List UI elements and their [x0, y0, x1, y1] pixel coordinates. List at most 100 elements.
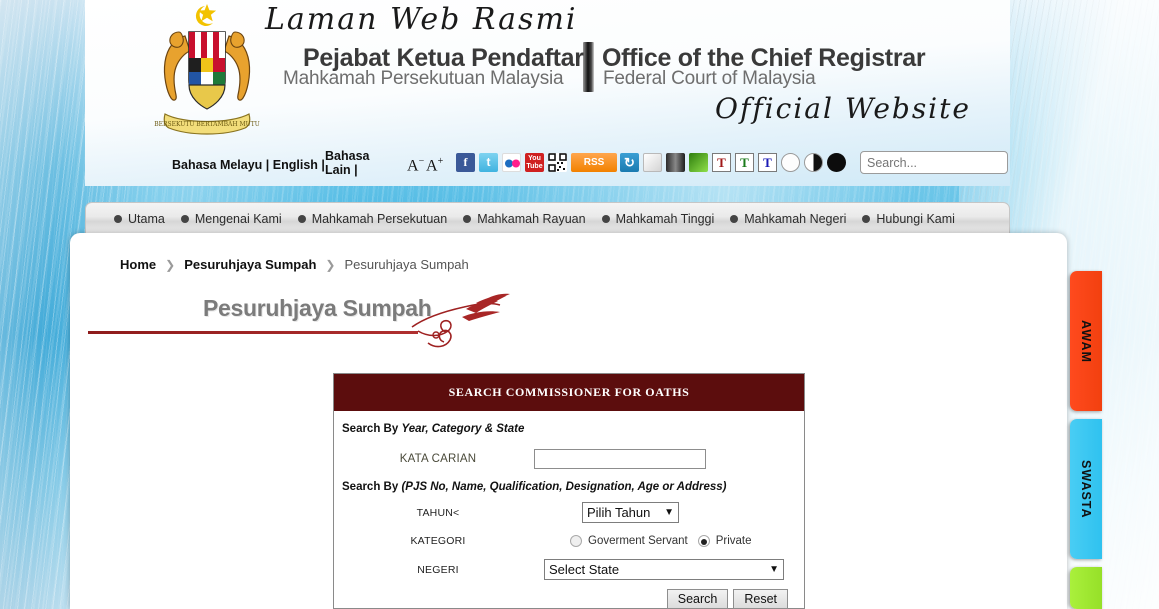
theme-dark-icon[interactable]: [666, 153, 685, 172]
kata-carian-input[interactable]: [534, 449, 706, 469]
language-switcher[interactable]: Bahasa Melayu | English |: [172, 158, 325, 172]
bullet-icon: [297, 215, 306, 223]
side-tab-third[interactable]: [1070, 567, 1102, 609]
nav-item-mengenai-kami[interactable]: Mengenai Kami: [180, 212, 282, 226]
bullet-icon: [180, 215, 189, 223]
radio-private-label: Private: [715, 535, 752, 547]
chevron-down-icon: ▼: [664, 507, 674, 518]
nav-item-label: Mahkamah Rayuan: [477, 212, 586, 226]
search-by-prefix: Search By: [342, 481, 402, 493]
tahun-select[interactable]: Pilih Tahun ▼: [582, 502, 679, 523]
bullet-icon: [601, 215, 610, 223]
negeri-select[interactable]: Select State ▼: [544, 559, 784, 580]
search-by-emphasis: Year, Category & State: [401, 423, 525, 435]
kategori-option-government[interactable]: Goverment Servant: [570, 535, 688, 547]
chevron-down-icon: ▼: [769, 564, 779, 575]
breadcrumb-level2: Pesuruhjaya Sumpah: [344, 257, 469, 272]
svg-text:BERSEKUTU BERTAMBAH MUTU: BERSEKUTU BERTAMBAH MUTU: [154, 121, 260, 128]
banner-script-bottom: Official Website: [715, 92, 971, 125]
theme-green-icon[interactable]: [689, 153, 708, 172]
page-title: Pesuruhjaya Sumpah: [203, 295, 432, 321]
language-other-link[interactable]: Bahasa Lain |: [325, 149, 397, 177]
twitter-icon[interactable]: t: [479, 153, 498, 172]
nav-item-label: Mahkamah Negeri: [744, 212, 847, 226]
bullet-icon: [114, 215, 122, 223]
nav-item-mahkamah-persekutuan[interactable]: Mahkamah Persekutuan: [297, 212, 448, 226]
rss-icon[interactable]: RSS: [571, 153, 617, 172]
search-button[interactable]: Search: [666, 589, 729, 609]
title-underline: [88, 331, 418, 334]
banner-title-ms-line2: Mahkamah Persekutuan Malaysia: [283, 68, 564, 89]
facebook-icon[interactable]: f: [456, 153, 475, 172]
theme-white-icon[interactable]: [643, 153, 662, 172]
text-size-blue-icon[interactable]: T: [758, 153, 777, 172]
bullet-icon: [862, 215, 871, 223]
nav-item-label: Mahkamah Tinggi: [615, 212, 715, 226]
breadcrumb-level1[interactable]: Pesuruhjaya Sumpah: [184, 257, 316, 272]
search-by-prefix: Search By: [342, 423, 402, 435]
radio-government-servant[interactable]: [570, 535, 582, 547]
nav-item-label: Mengenai Kami: [194, 212, 282, 226]
decorative-flourish-icon: [411, 293, 510, 348]
breadcrumb: Home ❯ Pesuruhjaya Sumpah ❯ Pesuruhjaya …: [120, 257, 469, 272]
nav-item-label: Utama: [128, 212, 165, 226]
breadcrumb-home[interactable]: Home: [120, 257, 156, 272]
nav-item-mahkamah-negeri[interactable]: Mahkamah Negeri: [730, 212, 846, 226]
nav-item-hubungi-kami[interactable]: Hubungi Kami: [862, 212, 955, 226]
kategori-option-private[interactable]: Private: [697, 535, 752, 547]
contrast-normal-icon[interactable]: [781, 153, 800, 172]
reset-button[interactable]: Reset: [733, 589, 788, 609]
search-by-hint-1: Search By Year, Category & State: [342, 423, 796, 435]
side-tab-awam-label: AWAM: [1079, 319, 1093, 363]
side-tab-awam[interactable]: AWAM: [1070, 271, 1102, 411]
panel-body: Search By Year, Category & State KATA CA…: [334, 411, 804, 609]
kata-carian-row: KATA CARIAN: [342, 449, 796, 469]
text-size-green-icon[interactable]: T: [735, 153, 754, 172]
negeri-row: NEGERI Select State ▼: [342, 559, 796, 580]
nav-item-utama[interactable]: Utama: [114, 212, 165, 226]
nav-item-label: Mahkamah Persekutuan: [311, 212, 448, 226]
negeri-selected-value: Select State: [549, 562, 620, 577]
panel-heading: SEARCH COMMISSIONER FOR OATHS: [334, 374, 804, 411]
nav-item-mahkamah-tinggi[interactable]: Mahkamah Tinggi: [601, 212, 715, 226]
utility-bar: Bahasa Melayu | English | Bahasa Lain | …: [85, 148, 1010, 186]
content-card: Home ❯ Pesuruhjaya Sumpah ❯ Pesuruhjaya …: [70, 233, 1067, 609]
tahun-row: TAHUN< Pilih Tahun ▼: [342, 502, 796, 523]
side-tab-swasta-label: SWASTA: [1079, 459, 1093, 519]
nav-item-label: Hubungi Kami: [876, 212, 955, 226]
nav-item-mahkamah-rayuan[interactable]: Mahkamah Rayuan: [463, 212, 586, 226]
panel-button-row: Search Reset: [342, 589, 796, 609]
chevron-right-icon: ❯: [165, 257, 176, 272]
search-input[interactable]: [860, 151, 1008, 174]
malaysia-coat-of-arms-icon: BERSEKUTU BERTAMBAH MUTU: [154, 4, 260, 135]
search-by-emphasis: (PJS No, Name, Qualification, Designatio…: [401, 481, 727, 493]
bullet-icon: [463, 215, 472, 223]
negeri-label: NEGERI: [417, 563, 459, 576]
banner-title-en-line2: Federal Court of Malaysia: [603, 68, 816, 89]
banner-script-top: Laman Web Rasmi: [265, 2, 578, 37]
search-commissioner-panel: SEARCH COMMISSIONER FOR OATHS Search By …: [333, 373, 805, 609]
tahun-selected-value: Pilih Tahun: [587, 505, 651, 520]
font-increase-button[interactable]: A+: [426, 156, 443, 175]
kategori-label: KATEGORI: [410, 535, 466, 547]
flickr-icon[interactable]: [502, 153, 521, 172]
contrast-half-icon[interactable]: [804, 153, 823, 172]
radio-government-servant-label: Goverment Servant: [588, 535, 688, 547]
kata-carian-label: KATA CARIAN: [399, 453, 477, 465]
banner-divider: [583, 42, 594, 92]
bullet-icon: [730, 215, 739, 223]
page-title-block: Pesuruhjaya Sumpah: [88, 293, 510, 355]
youtube-icon[interactable]: You Tube: [525, 153, 544, 172]
text-size-red-icon[interactable]: T: [712, 153, 731, 172]
tahun-label: TAHUN<: [416, 506, 460, 519]
search-by-hint-2: Search By (PJS No, Name, Qualification, …: [342, 481, 796, 493]
contrast-high-icon[interactable]: [827, 153, 846, 172]
side-tab-swasta[interactable]: SWASTA: [1070, 419, 1102, 559]
qr-code-icon[interactable]: [548, 153, 567, 172]
reset-layout-icon[interactable]: ↻: [620, 153, 639, 172]
chevron-right-icon: ❯: [325, 257, 336, 272]
radio-private[interactable]: [697, 535, 710, 547]
kategori-row: KATEGORI Goverment Servant Private: [342, 535, 796, 547]
font-decrease-button[interactable]: A−: [407, 156, 424, 175]
main-navigation: Utama Mengenai Kami Mahkamah Persekutuan…: [85, 202, 1010, 235]
